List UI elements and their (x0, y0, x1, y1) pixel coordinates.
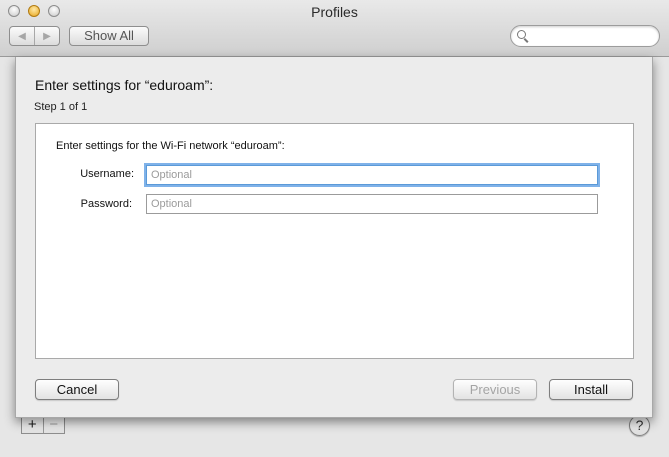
search-field[interactable] (510, 25, 660, 47)
password-field[interactable] (146, 194, 598, 214)
network-description: Enter settings for the Wi-Fi network “ed… (56, 140, 285, 152)
back-button[interactable]: ◀ (10, 27, 34, 45)
username-field[interactable] (146, 165, 598, 185)
sheet-title: Enter settings for “eduroam”: (35, 77, 214, 93)
back-forward-group: ◀ ▶ (9, 26, 60, 46)
remove-profile-button[interactable]: − (42, 417, 65, 433)
title-bar: Profiles ◀ ▶ Show All (0, 0, 669, 57)
previous-button[interactable]: Previous (453, 379, 537, 400)
settings-content-box: Enter settings for the Wi-Fi network “ed… (35, 123, 634, 359)
search-icon (517, 30, 526, 39)
forward-button[interactable]: ▶ (34, 27, 59, 45)
username-label: Username: (80, 168, 134, 180)
add-profile-button[interactable]: + (22, 417, 43, 433)
show-all-button[interactable]: Show All (69, 26, 149, 46)
help-button[interactable]: ? (629, 415, 650, 436)
cancel-button[interactable]: Cancel (35, 379, 119, 400)
chevron-left-icon: ◀ (18, 30, 26, 42)
add-remove-group: + − (21, 416, 65, 434)
settings-sheet: Enter settings for “eduroam”: Step 1 of … (15, 57, 653, 418)
chevron-right-icon: ▶ (43, 30, 51, 42)
search-input[interactable] (531, 28, 655, 46)
password-label: Password: (80, 198, 132, 210)
install-button[interactable]: Install (549, 379, 633, 400)
window-title: Profiles (311, 4, 358, 20)
step-indicator: Step 1 of 1 (34, 101, 88, 113)
